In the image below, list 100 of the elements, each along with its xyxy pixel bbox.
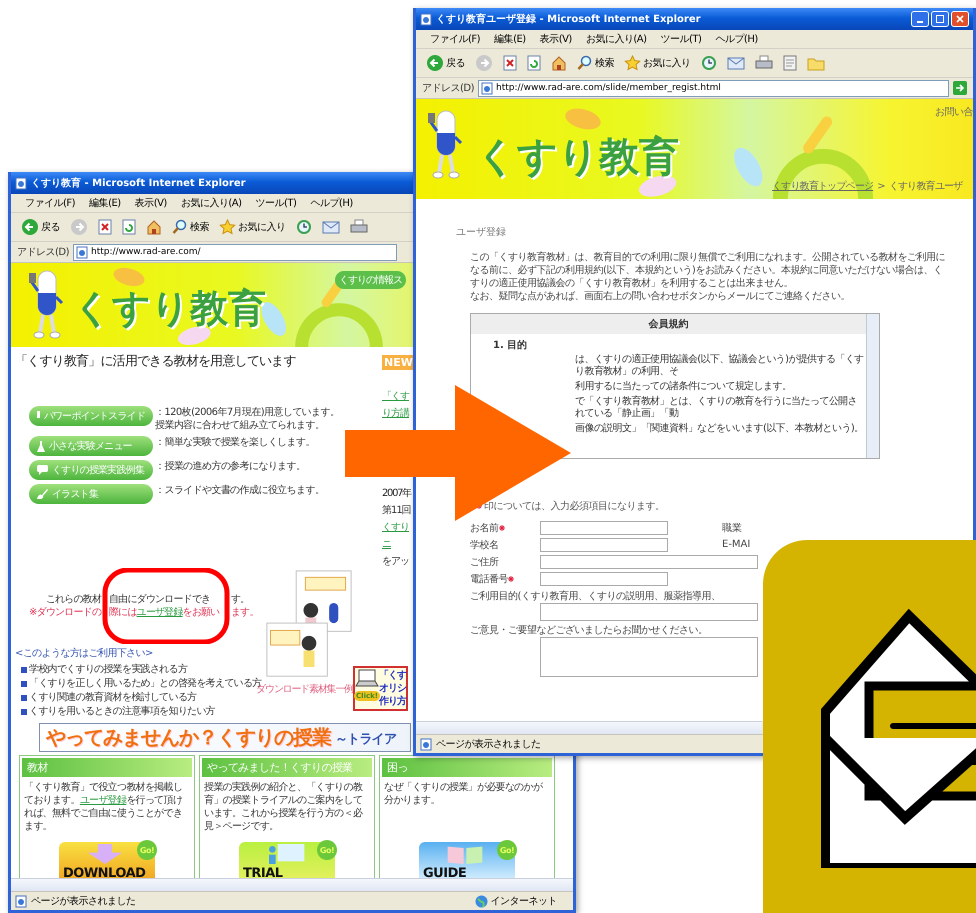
news-header: NEW	[382, 355, 415, 370]
capsule-mascot-drawing	[29, 269, 65, 341]
home-icon	[146, 219, 162, 235]
field-label: ご利用目的(くすり教育用、くすりの説明用、服薬指導用、	[470, 590, 722, 603]
chat-icon	[37, 465, 48, 475]
maximize-icon	[936, 15, 944, 23]
printer-icon	[754, 55, 772, 71]
trial-button[interactable]: Go! TRIAL	[239, 842, 335, 878]
capsule-mascot-drawing	[428, 109, 464, 181]
trial-banner[interactable]: やってみませんか？くすりの授業 ～トライア	[39, 723, 411, 752]
audience-item: くすりを用いるときの注意事項を知りたい方	[21, 705, 265, 718]
back-button[interactable]: 戻る	[424, 52, 467, 74]
field-label: 職業	[722, 522, 742, 534]
field-label: ご意見・ご要望などございましたらお聞かせください。	[470, 624, 708, 637]
menu-item[interactable]: ヘルプ(H)	[310, 196, 353, 210]
forward-button[interactable]	[68, 216, 90, 238]
card-text: 「くすり教育」で役立つ教材を掲載しております。ユーザ登録を行って頂ければ、無料でご自由に使うことができます。	[24, 781, 184, 833]
feature-description: ：授業の進め方の参考になります。	[155, 460, 306, 473]
field-label: ご住所	[470, 556, 498, 568]
menu-item[interactable]: 編集(E)	[89, 196, 121, 210]
window-title: くすり教育 - Microsoft Internet Explorer	[31, 176, 246, 190]
menu-item[interactable]: 表示(V)	[540, 32, 572, 46]
intro-text: この「くすり教育教材」は、教育目的での利用に限り無償でご利用になれます。公開されている教材をご利用になる前に、必ず下記の利用規約(以下、本規約という)をお読みください。本規約に同意いただけない場合は、くすりの適正使用協議会の「くすり教育教材」を利用することは出来ません。	[470, 251, 946, 290]
search-button[interactable]: 検索	[575, 53, 616, 73]
input-field[interactable]	[540, 520, 668, 534]
address-field[interactable]: http://www.rad-are.com/slide/member_regist.html	[478, 80, 949, 96]
printer-icon	[350, 219, 368, 235]
vertical-scrollbar[interactable]	[866, 314, 879, 458]
clock-icon	[296, 219, 312, 235]
go-icon[interactable]	[953, 81, 967, 95]
favorites-button[interactable]: お気に入り	[622, 53, 692, 73]
register-note: ます。	[231, 606, 259, 619]
search-button[interactable]: 検索	[170, 217, 211, 237]
menu-item[interactable]: お気に入り(A)	[586, 32, 646, 46]
news-link[interactable]: り方講	[382, 406, 409, 420]
news-link[interactable]: ニ	[382, 537, 391, 551]
maximize-button[interactable]	[931, 11, 949, 27]
search-icon	[172, 219, 188, 235]
register-note: 際にはユーザ登録をお願い	[109, 606, 220, 619]
menu-item[interactable]: ツール(T)	[660, 32, 702, 46]
terms-text: 画像の説明文」「関連資料」などをいいます(以下、本教材という)。	[574, 423, 865, 435]
horizontal-scrollbar[interactable]	[11, 878, 573, 891]
envelope-icon	[726, 56, 744, 70]
stop-button[interactable]	[501, 53, 519, 73]
news-link[interactable]: くすり	[382, 520, 409, 534]
refresh-button[interactable]	[525, 53, 543, 73]
terms-text: で「くすり教育教材」とは、くすりの教育を行うに当たって公開されている「静止画」「動	[574, 396, 858, 420]
page-icon	[782, 55, 796, 71]
comment-field[interactable]	[540, 637, 758, 677]
field-label: E-MAI	[722, 539, 750, 550]
screen-icon	[37, 411, 40, 421]
input-field[interactable]	[540, 572, 668, 586]
promo-text: 「くす	[379, 669, 406, 682]
page-heading: ユーザ登録	[456, 226, 507, 239]
window-title: くすり教育ユーザ登録 - Microsoft Internet Explorer	[436, 12, 701, 26]
back-button[interactable]: 戻る	[19, 216, 62, 238]
menu-item[interactable]: お気に入り(A)	[180, 196, 242, 210]
horizontal-scrollbar[interactable]	[416, 721, 762, 734]
address-label: アドレス(D)	[422, 82, 474, 95]
news-link[interactable]: 「くす	[382, 389, 409, 403]
feature-description: ：スライドや文書の作成に役立ちます。	[155, 484, 324, 497]
minimize-button[interactable]	[911, 11, 929, 27]
menu-item[interactable]: ヘルプ(H)	[715, 32, 758, 46]
edit-button[interactable]	[780, 53, 798, 73]
menu-item[interactable]: 編集(E)	[494, 32, 526, 46]
menu-item[interactable]: ファイル(F)	[25, 196, 76, 210]
input-field[interactable]	[540, 603, 758, 621]
zone-text: インターネット	[490, 895, 557, 908]
banner-title: やってみませんか？くすりの授業	[46, 724, 331, 751]
favorites-button[interactable]: お気に入り	[217, 217, 288, 237]
close-icon	[956, 15, 964, 23]
page-icon	[76, 246, 88, 258]
card-title: 教材	[22, 758, 192, 777]
page-icon	[15, 176, 27, 190]
guide-button[interactable]: Go! GUIDE	[419, 842, 515, 878]
stop-icon	[503, 55, 517, 71]
stop-button[interactable]	[96, 217, 114, 237]
globe-icon	[474, 894, 488, 908]
register-link[interactable]: ユーザ登録	[80, 795, 126, 806]
contact-link[interactable]: お問い合	[935, 105, 973, 119]
card-title: 困っ	[382, 758, 552, 777]
address-field[interactable]: http://www.rad-are.com/	[73, 244, 398, 260]
page-icon	[15, 894, 27, 908]
breadcrumb-link[interactable]: くすり教育トップページ	[772, 179, 874, 193]
download-button[interactable]: Go! DOWNLOAD	[59, 842, 155, 878]
refresh-button[interactable]	[120, 217, 138, 237]
menu-item[interactable]: 表示(V)	[134, 196, 167, 210]
input-field[interactable]	[540, 538, 668, 552]
news-text: 2007年	[382, 487, 411, 500]
page-icon	[420, 12, 432, 26]
register-link[interactable]: ユーザ登録	[136, 607, 183, 618]
input-field[interactable]	[540, 554, 758, 568]
menu-item[interactable]: ツール(T)	[256, 196, 296, 210]
laptop-icon	[355, 669, 379, 689]
required-mark	[508, 576, 514, 582]
close-button[interactable]	[951, 11, 969, 27]
star-icon	[219, 219, 236, 235]
forward-button[interactable]	[473, 52, 495, 74]
menu-item[interactable]: ファイル(F)	[430, 32, 480, 46]
envelope-icon	[322, 220, 340, 234]
